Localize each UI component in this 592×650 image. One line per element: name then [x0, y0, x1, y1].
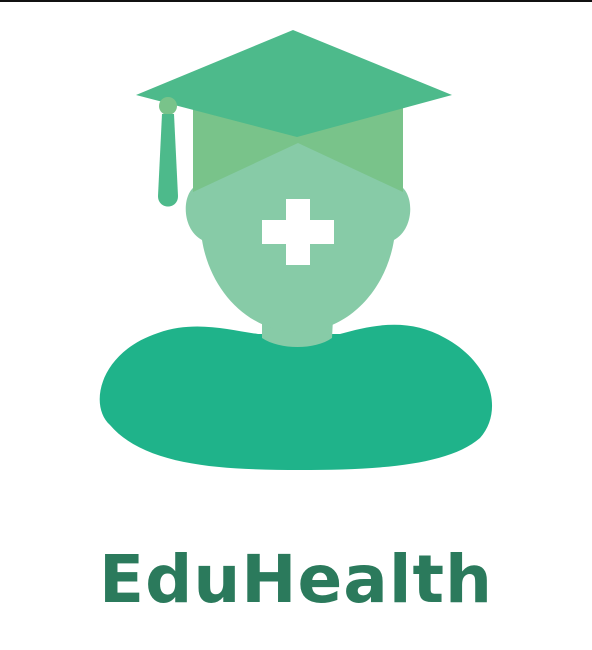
tassel-button	[159, 97, 177, 115]
mortarboard-top	[136, 30, 452, 137]
medical-cross-horizontal	[262, 220, 334, 244]
tassel	[158, 114, 178, 207]
graduate-health-logo-icon	[99, 30, 493, 470]
brand-name: EduHealth	[98, 541, 493, 618]
